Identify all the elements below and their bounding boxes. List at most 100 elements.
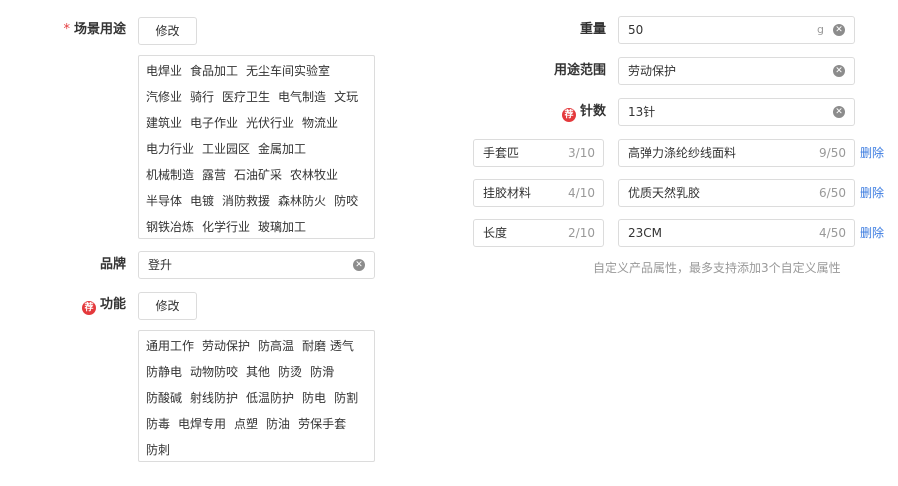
tag-item: 石油矿采 [234,168,283,182]
tag-item: 玻璃加工 [258,220,307,234]
recommend-badge-icon: 荐 [81,301,96,315]
clear-circle-icon[interactable]: ✕ [833,106,845,118]
function-tag-line: 防酸碱 射线防护 低温防护 防电 防割 [146,385,368,411]
tag-item: 通用工作 [146,339,195,353]
tag-item: 文玩 [334,90,359,104]
needle-label: 荐针数 [520,103,606,122]
delete-attr-link[interactable]: 删除 [860,179,884,207]
custom-attr-name-count: 4/10 [568,186,595,200]
scene-tag-line: 建筑业 电子作业 光伏行业 物流业 [146,110,368,136]
tag-item: 露营 [202,168,227,182]
tag-item: 工业园区 [202,142,251,156]
tag-item: 金属加工 [258,142,307,156]
custom-attr-value: 高弹力涤纶纱线面料 [628,146,737,160]
tag-item: 防静电 [146,365,183,379]
tag-item: 物流业 [302,116,339,130]
tag-item: 动物防咬 [190,365,239,379]
tag-item: 骑行 [190,90,215,104]
usage-label: 用途范围 [553,63,606,78]
brand-field[interactable]: 登升 ✕ [138,251,375,279]
needle-label-text: 针数 [579,104,606,119]
custom-attr-name: 手套匹 [483,146,520,160]
scene-edit-button[interactable]: 修改 [138,17,197,45]
required-mark: * [63,22,70,37]
custom-attr-value: 优质天然乳胶 [628,186,701,200]
function-tag-line: 防静电 动物防咬 其他 防烫 防滑 [146,359,368,385]
tag-item: 劳保手套 [298,417,347,431]
custom-attr-name-count: 3/10 [568,146,595,160]
clear-circle-icon[interactable]: ✕ [833,65,845,77]
scene-tag-line: 半导体 电镀 消防救援 森林防火 防咬 [146,188,368,214]
scene-label-text: 场景用途 [73,22,126,37]
tag-item: 汽修业 [146,90,183,104]
tag-item: 防电 [302,391,327,405]
scene-label: * 场景用途 [40,21,126,39]
tag-item: 劳动保护 [202,339,251,353]
custom-attr-name-field[interactable]: 长度 2/10 [473,219,604,247]
tag-item: 消防救援 [222,194,271,208]
tag-item: 其他 [246,365,271,379]
tag-item: 机械制造 [146,168,195,182]
tag-item: 化学行业 [202,220,251,234]
custom-attr-name-field[interactable]: 挂胶材料 4/10 [473,179,604,207]
custom-attr-name: 挂胶材料 [483,186,532,200]
usage-field[interactable]: 劳动保护 ✕ [618,57,855,85]
custom-attr-name: 长度 [483,226,508,240]
tag-item: 电镀 [190,194,215,208]
tag-item: 电焊业 [146,64,183,78]
scene-tag-line: 钢铁冶炼 化学行业 玻璃加工 [146,214,368,238]
tag-item: 射线防护 [190,391,239,405]
tag-item: 耐磨 透气 [302,339,354,353]
needle-value: 13针 [628,105,656,119]
tag-item: 防割 [334,391,359,405]
tag-item: 防烫 [278,365,303,379]
tag-item: 森林防火 [278,194,327,208]
weight-field[interactable]: 50 g ✕ [618,16,855,44]
clear-circle-icon[interactable]: ✕ [833,24,845,36]
delete-attr-link[interactable]: 删除 [860,139,884,167]
scene-tags-box: 电焊业 食品加工 无尘车间实验室 汽修业 骑行 医疗卫生 电气制造 文玩 建筑业 电子作业 光伏… [138,55,375,239]
tag-item: 电子作业 [190,116,239,130]
tag-item: 光伏行业 [246,116,295,130]
tag-item: 建筑业 [146,116,183,130]
tag-item: 农林牧业 [290,168,339,182]
function-edit-button[interactable]: 修改 [138,292,197,320]
weight-unit: g [817,23,824,36]
function-tag-line: 防刺 [146,437,368,461]
tag-item: 钢铁冶炼 [146,220,195,234]
custom-attr-value-count: 6/50 [819,186,846,200]
usage-value: 劳动保护 [628,64,677,78]
custom-attr-hint: 自定义产品属性，最多支持添加3个自定义属性 [593,261,841,275]
custom-attr-name-count: 2/10 [568,226,595,240]
tag-item: 防咬 [334,194,359,208]
weight-value: 50 [628,23,644,37]
tag-item: 电力行业 [146,142,195,156]
custom-attr-name-field[interactable]: 手套匹 3/10 [473,139,604,167]
recommend-badge-icon: 荐 [561,108,576,122]
scene-tag-line: 电焊业 食品加工 无尘车间实验室 [146,58,368,84]
tag-item: 防高温 [258,339,295,353]
custom-attr-value-field[interactable]: 23CM 4/50 [618,219,855,247]
function-tag-line: 通用工作 劳动保护 防高温 耐磨 透气 [146,333,368,359]
function-tag-line: 防毒 电焊专用 点塑 防油 劳保手套 [146,411,368,437]
function-label: 荐功能 [40,296,126,315]
tag-item: 电气制造 [278,90,327,104]
tag-item: 防酸碱 [146,391,183,405]
weight-label: 重量 [579,22,606,37]
brand-value: 登升 [148,258,173,272]
custom-attr-value-count: 4/50 [819,226,846,240]
tag-item: 防滑 [310,365,335,379]
needle-field[interactable]: 13针 ✕ [618,98,855,126]
tag-item: 半导体 [146,194,183,208]
clear-circle-icon[interactable]: ✕ [353,259,365,271]
scene-tag-line: 机械制造 露营 石油矿采 农林牧业 [146,162,368,188]
tag-item: 低温防护 [246,391,295,405]
tag-item: 防毒 [146,417,171,431]
custom-attr-value-field[interactable]: 优质天然乳胶 6/50 [618,179,855,207]
function-label-text: 功能 [99,297,126,312]
tag-item: 食品加工 [190,64,239,78]
custom-attr-value-count: 9/50 [819,146,846,160]
tag-item: 防油 [266,417,291,431]
custom-attr-value-field[interactable]: 高弹力涤纶纱线面料 9/50 [618,139,855,167]
delete-attr-link[interactable]: 删除 [860,219,884,247]
